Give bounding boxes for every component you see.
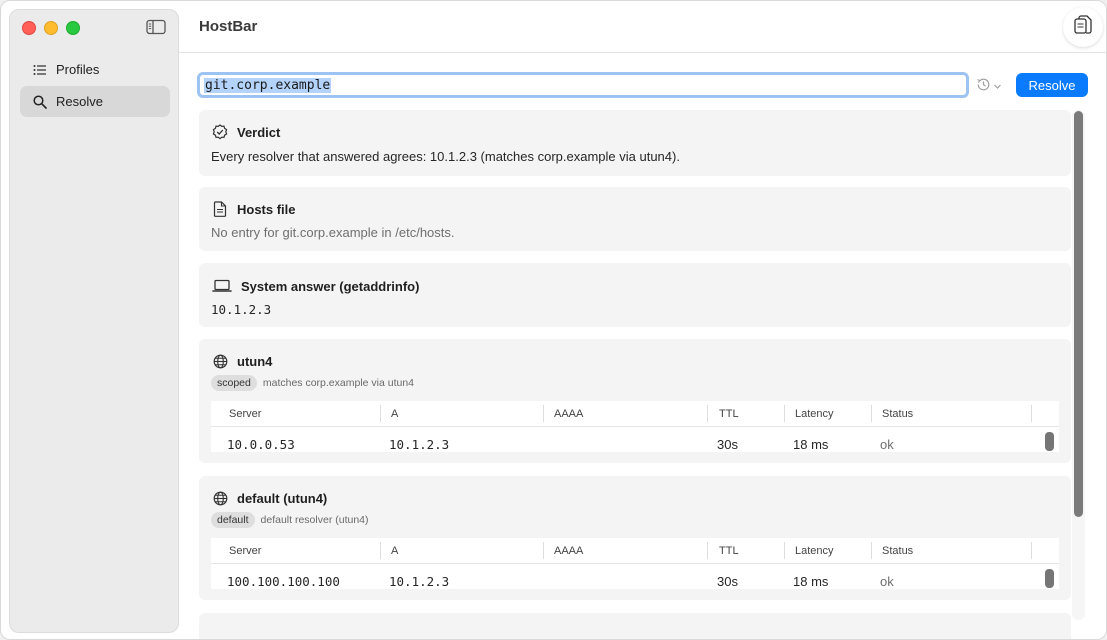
cell-server: 10.0.0.53 <box>227 437 295 452</box>
cell-ttl: 30s <box>717 437 738 452</box>
scope-badge: scoped <box>211 375 257 391</box>
sidebar-item-resolve[interactable]: Resolve <box>20 86 170 117</box>
title-bar: HostBar <box>179 1 1106 53</box>
resolver-table: Server A AAAA TTL Latency Status 100.100… <box>211 538 1059 589</box>
column-header-aaaa[interactable]: AAAA <box>554 545 583 557</box>
resolver-card: default (utun4) default default resolver… <box>199 476 1071 600</box>
checkmark-seal-icon <box>211 123 229 141</box>
resolver-meta: default default resolver (utun4) <box>211 512 369 528</box>
cell-status: ok <box>880 574 894 589</box>
column-header-status[interactable]: Status <box>882 408 913 420</box>
sidebar-toggle-icon[interactable] <box>146 19 166 35</box>
card-header: Hosts file <box>211 200 296 218</box>
column-header-a[interactable]: A <box>391 545 398 557</box>
globe-icon <box>211 352 229 370</box>
magnifier-icon <box>32 94 48 110</box>
sidebar-item-profiles[interactable]: Profiles <box>20 54 170 85</box>
list-icon <box>32 62 48 78</box>
table-header: Server A AAAA TTL Latency Status <box>211 538 1059 564</box>
clock-history-icon <box>976 77 991 95</box>
table-row[interactable]: 10.0.0.53 10.1.2.3 30s 18 ms ok <box>211 428 1059 452</box>
cell-a: 10.1.2.3 <box>389 574 450 589</box>
table-scrollbar[interactable] <box>1045 569 1054 588</box>
system-answer-value: 10.1.2.3 <box>211 302 272 317</box>
globe-icon <box>211 489 229 507</box>
minimize-window-button[interactable] <box>44 21 58 35</box>
chevron-down-icon <box>993 79 1002 94</box>
window-controls <box>22 21 80 35</box>
resolve-button[interactable]: Resolve <box>1016 73 1088 97</box>
card-header: Verdict <box>211 123 280 141</box>
sidebar-item-label: Profiles <box>56 62 100 77</box>
scope-badge: default <box>211 512 255 528</box>
table-header: Server A AAAA TTL Latency Status <box>211 401 1059 427</box>
resolver-card: utun4 scoped matches corp.example via ut… <box>199 339 1071 463</box>
resolver-table: Server A AAAA TTL Latency Status 10.0.0.… <box>211 401 1059 452</box>
resolver-meta: scoped matches corp.example via utun4 <box>211 375 414 391</box>
column-header-latency[interactable]: Latency <box>795 545 834 557</box>
laptop-icon <box>211 277 233 295</box>
scrollbar-thumb[interactable] <box>1074 111 1083 517</box>
verdict-title: Verdict <box>237 124 281 140</box>
cell-latency: 18 ms <box>793 574 829 589</box>
column-header-ttl[interactable]: TTL <box>719 408 739 420</box>
verdict-card: Verdict Every resolver that answered agr… <box>199 110 1071 176</box>
column-header-server[interactable]: Server <box>229 408 261 420</box>
copy-document-icon <box>1074 14 1092 40</box>
card-header: utun4 <box>211 352 272 370</box>
column-header-a[interactable]: A <box>391 408 398 420</box>
column-header-ttl[interactable]: TTL <box>719 545 739 557</box>
resolver-card <box>199 613 1071 639</box>
hosts-file-title: Hosts file <box>237 201 296 217</box>
history-menu-button[interactable] <box>976 77 1002 95</box>
document-icon <box>211 200 229 218</box>
system-answer-title: System answer (getaddrinfo) <box>241 278 420 294</box>
column-header-status[interactable]: Status <box>882 545 913 557</box>
cell-ttl: 30s <box>717 574 738 589</box>
close-window-button[interactable] <box>22 21 36 35</box>
cell-latency: 18 ms <box>793 437 829 452</box>
copy-button[interactable] <box>1063 7 1103 47</box>
column-header-server[interactable]: Server <box>229 545 261 557</box>
results-panel: Verdict Every resolver that answered agr… <box>199 110 1071 639</box>
column-header-aaaa[interactable]: AAAA <box>554 408 583 420</box>
app-window: Profiles Resolve HostBar git.corp.exampl… <box>0 0 1107 640</box>
sidebar: Profiles Resolve <box>9 9 179 633</box>
query-input-value: git.corp.example <box>204 77 332 93</box>
cell-server: 100.100.100.100 <box>227 574 340 589</box>
cell-status: ok <box>880 437 894 452</box>
hosts-file-text: No entry for git.corp.example in /etc/ho… <box>211 225 455 240</box>
verdict-text: Every resolver that answered agrees: 10.… <box>211 149 680 164</box>
resolver-note: default resolver (utun4) <box>260 514 369 526</box>
card-header: System answer (getaddrinfo) <box>211 277 419 295</box>
sidebar-item-label: Resolve <box>56 94 103 109</box>
table-row[interactable]: 100.100.100.100 10.1.2.3 30s 18 ms ok <box>211 565 1059 589</box>
card-header: default (utun4) <box>211 489 327 507</box>
window-title: HostBar <box>199 18 258 35</box>
zoom-window-button[interactable] <box>66 21 80 35</box>
query-input[interactable]: git.corp.example <box>197 72 969 98</box>
system-answer-card: System answer (getaddrinfo) 10.1.2.3 <box>199 263 1071 327</box>
resolver-title: utun4 <box>237 353 273 369</box>
hosts-file-card: Hosts file No entry for git.corp.example… <box>199 187 1071 251</box>
cell-a: 10.1.2.3 <box>389 437 450 452</box>
resolver-note: matches corp.example via utun4 <box>262 377 415 389</box>
resolver-title: default (utun4) <box>237 490 328 506</box>
table-scrollbar[interactable] <box>1045 432 1054 451</box>
column-header-latency[interactable]: Latency <box>795 408 834 420</box>
